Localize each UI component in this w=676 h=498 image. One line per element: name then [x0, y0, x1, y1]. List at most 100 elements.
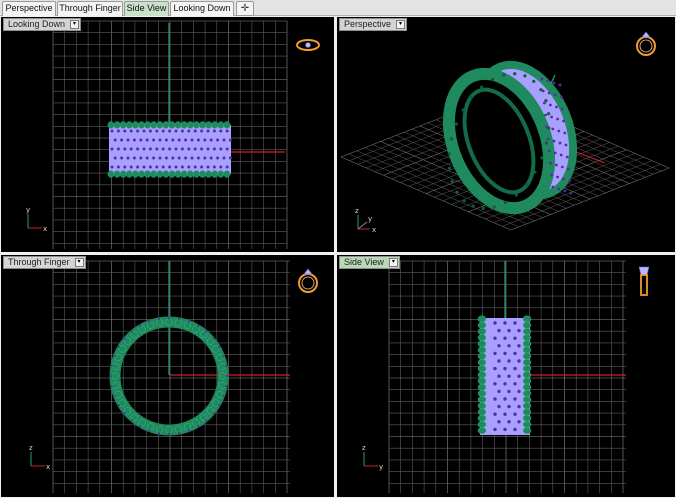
- pave-gem: [206, 129, 210, 133]
- viewport-label-looking-down[interactable]: Looking Down ▾: [3, 18, 82, 31]
- edge-bead-bottom: [205, 170, 213, 178]
- pave-gem: [174, 147, 178, 151]
- edge-bead-top: [119, 121, 127, 129]
- pave-gem: [547, 91, 551, 95]
- tab-looking-down[interactable]: Looking Down: [170, 1, 234, 16]
- pave-gem: [113, 394, 116, 397]
- pave-gem: [219, 147, 223, 151]
- pave-gem: [193, 165, 197, 169]
- pave-gem: [559, 153, 563, 157]
- rim-gem-seat: [523, 74, 527, 78]
- pave-gem: [142, 147, 146, 151]
- pave-gem: [132, 138, 136, 142]
- edge-bead-top: [131, 121, 139, 129]
- pave-gem: [503, 366, 507, 371]
- viewport-name: Perspective: [344, 19, 392, 29]
- rim-gem-seat: [533, 170, 537, 174]
- pave-gem: [117, 345, 120, 349]
- pave-gem: [167, 432, 171, 436]
- dropdown-arrow-icon[interactable]: ▾: [396, 20, 406, 29]
- dropdown-arrow-icon[interactable]: ▾: [388, 258, 398, 267]
- pave-gem: [563, 131, 567, 135]
- pave-gem: [212, 412, 215, 415]
- edge-bead-right: [522, 371, 532, 379]
- pave-gem: [200, 129, 204, 133]
- edge-bead: [219, 372, 227, 380]
- pave-gem: [142, 165, 146, 169]
- pave-gem: [493, 366, 497, 371]
- viewport-side-view[interactable]: yz Side View ▾: [337, 255, 675, 497]
- tab-perspective[interactable]: Perspective: [2, 1, 56, 16]
- pave-gem: [168, 129, 172, 133]
- edge-bead-left: [477, 377, 487, 385]
- edge-bead-left: [477, 396, 487, 404]
- pave-gem: [171, 138, 175, 142]
- pave-gem: [497, 344, 501, 348]
- edge-bead-bottom: [138, 170, 145, 178]
- tab-side-view[interactable]: Side View: [124, 1, 169, 16]
- rim-gem-seat: [502, 73, 506, 77]
- pave-gem: [148, 147, 152, 151]
- pave-gem: [541, 89, 545, 93]
- add-tab-button[interactable]: ✛: [236, 1, 254, 16]
- edge-bead-top: [144, 121, 152, 129]
- edge-bead: [192, 419, 200, 427]
- edge-bead: [212, 345, 220, 353]
- pave-gem: [564, 143, 568, 147]
- pave-gem: [555, 163, 558, 167]
- pave-gem: [493, 427, 497, 432]
- edge-bead-top: [125, 121, 133, 129]
- triad-x-label: x: [372, 226, 376, 234]
- pave-gem: [158, 156, 162, 160]
- pave-gem: [222, 156, 226, 160]
- edge-bead-top: [168, 121, 176, 129]
- pave-gem: [177, 432, 181, 435]
- viewport-label-side-view[interactable]: Side View ▾: [339, 256, 400, 269]
- ring-widget-gem: [305, 42, 311, 48]
- viewport-through-finger[interactable]: xz Through Finger ▾: [1, 255, 334, 497]
- rim-gem-seat: [503, 200, 508, 205]
- pave-gem: [126, 156, 130, 160]
- edge-bead-top: [113, 121, 121, 129]
- pave-gem: [129, 129, 133, 133]
- viewport-perspective[interactable]: xy z Perspective ▾: [337, 17, 675, 252]
- pave-gem: [497, 359, 501, 363]
- pave-gem: [561, 107, 564, 111]
- rim-gem-seat: [546, 112, 551, 116]
- rim-gem-seat: [524, 182, 528, 187]
- pave-gem: [497, 404, 501, 409]
- rim-gem-seat: [471, 204, 475, 208]
- triad-h-label: x: [43, 225, 47, 233]
- pave-gem: [158, 138, 162, 142]
- viewport-label-perspective[interactable]: Perspective ▾: [339, 18, 408, 31]
- edge-bead-bottom: [217, 170, 225, 178]
- edge-bead: [112, 381, 120, 389]
- pave-gem: [507, 404, 511, 409]
- edge-bead-right: [522, 420, 532, 428]
- dropdown-arrow-icon[interactable]: ▾: [74, 258, 84, 267]
- pave-gem: [544, 113, 547, 117]
- pave-gem: [225, 384, 228, 388]
- edge-bead-left: [477, 371, 487, 379]
- pave-gem: [517, 344, 521, 348]
- edge-bead-left: [477, 327, 487, 335]
- pave-gem: [225, 165, 229, 169]
- rim-gem-seat: [450, 179, 454, 183]
- viewport-label-through-finger[interactable]: Through Finger ▾: [3, 256, 86, 269]
- pave-gem: [142, 129, 146, 133]
- triad-h-label: x: [46, 463, 50, 471]
- pave-gem: [123, 147, 127, 151]
- pave-gem: [110, 147, 114, 151]
- pave-gem: [557, 129, 561, 133]
- pave-gem: [136, 147, 140, 151]
- dropdown-arrow-icon[interactable]: ▾: [70, 20, 80, 29]
- edge-bead-top: [162, 121, 170, 129]
- pave-gem: [155, 165, 159, 169]
- tab-through-finger[interactable]: Through Finger: [57, 1, 123, 16]
- pave-gem: [517, 374, 521, 378]
- edge-bead-bottom: [144, 170, 152, 178]
- edge-bead-right: [522, 396, 532, 404]
- pave-gem: [493, 397, 497, 401]
- viewport-looking-down[interactable]: xy Looking Down ▾: [1, 17, 334, 252]
- pave-gem: [547, 149, 551, 153]
